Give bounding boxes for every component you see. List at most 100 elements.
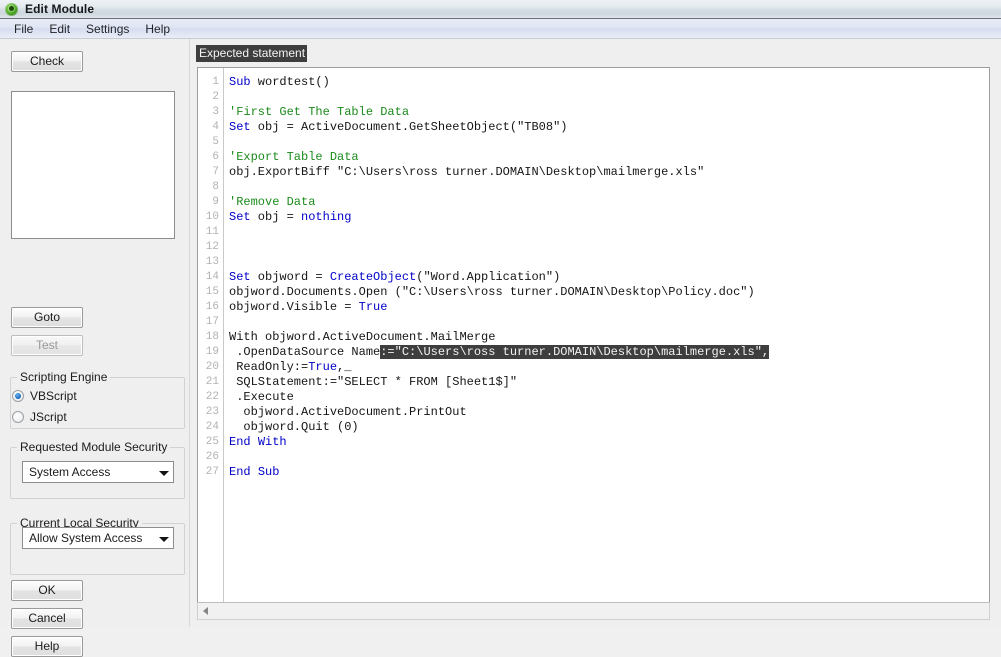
- line-number: 7: [212, 166, 219, 178]
- line-number: 27: [205, 466, 219, 478]
- code-token: True: [308, 360, 338, 374]
- code-line[interactable]: [229, 450, 989, 465]
- code-line[interactable]: [229, 90, 989, 105]
- code-line[interactable]: End Sub: [229, 465, 989, 480]
- code-token: With objword.ActiveDocument.MailMerge: [229, 330, 496, 344]
- line-number: 13: [205, 256, 219, 268]
- line-number: 10: [205, 211, 219, 223]
- code-line[interactable]: [229, 240, 989, 255]
- code-line[interactable]: [229, 225, 989, 240]
- error-list-box[interactable]: [11, 91, 175, 239]
- code-text[interactable]: Sub wordtest() 'First Get The Table Data…: [224, 68, 989, 602]
- radio-vbscript[interactable]: VBScript: [12, 389, 77, 403]
- requested-module-security-select[interactable]: System Access: [22, 461, 174, 483]
- line-number: 4: [212, 121, 219, 133]
- radio-jscript[interactable]: JScript: [12, 410, 67, 424]
- code-line[interactable]: SQLStatement:="SELECT * FROM [Sheet1$]": [229, 375, 989, 390]
- code-line[interactable]: objword.Documents.Open ("C:\Users\ross t…: [229, 285, 989, 300]
- scroll-right-arrow-icon[interactable]: [973, 603, 989, 619]
- code-token: SQLStatement:="SELECT * FROM [Sheet1$]": [229, 375, 518, 389]
- line-number: 1: [212, 76, 219, 88]
- menu-item-help[interactable]: Help: [137, 20, 178, 38]
- code-editor[interactable]: 1 2 3 4 5 6 7 8 9 10 11 12 13 14 15 16 17 18 19 20 21 22 23 24 2…: [197, 67, 990, 602]
- line-number: 21: [205, 376, 219, 388]
- code-line[interactable]: [229, 315, 989, 330]
- code-token: End: [229, 465, 251, 479]
- code-token: CreateObject: [329, 270, 417, 284]
- current-local-security-value: Allow System Access: [29, 531, 143, 545]
- code-line[interactable]: Set objword = CreateObject("Word.Applica…: [229, 270, 989, 285]
- code-line[interactable]: objword.Quit (0): [229, 420, 989, 435]
- line-number: 26: [205, 451, 219, 463]
- code-line[interactable]: Set obj = nothing: [229, 210, 989, 225]
- menu-item-settings[interactable]: Settings: [78, 20, 137, 38]
- goto-button[interactable]: Goto: [11, 307, 83, 328]
- chevron-down-icon[interactable]: [155, 462, 173, 482]
- line-number: 24: [205, 421, 219, 433]
- code-area[interactable]: 1 2 3 4 5 6 7 8 9 10 11 12 13 14 15 16 17 18 19 20 21 22 23 24 2…: [198, 68, 989, 602]
- code-token: objword.Documents.Open ("C:\Users\ross t…: [229, 285, 755, 299]
- current-local-security-select[interactable]: Allow System Access: [22, 527, 174, 549]
- code-token: Set: [229, 210, 251, 224]
- test-button[interactable]: Test: [11, 335, 83, 356]
- code-line[interactable]: .Execute: [229, 390, 989, 405]
- help-button[interactable]: Help: [11, 636, 83, 657]
- code-token: Sub: [229, 75, 251, 89]
- code-line[interactable]: Sub wordtest(): [229, 75, 989, 90]
- code-line[interactable]: 'First Get The Table Data: [229, 105, 989, 120]
- code-token: objword.Quit (0): [229, 420, 359, 434]
- line-number: 20: [205, 361, 219, 373]
- selected-text: :="C:\Users\ross turner.DOMAIN\Desktop\m…: [380, 345, 770, 359]
- scripting-engine-label: Scripting Engine: [17, 370, 111, 384]
- code-line[interactable]: Set obj = ActiveDocument.GetSheetObject(…: [229, 120, 989, 135]
- code-token: nothing: [301, 210, 352, 224]
- menu-bar: File Edit Settings Help: [0, 19, 1001, 39]
- code-token: ReadOnly:=: [229, 360, 309, 374]
- scroll-left-arrow-icon[interactable]: [198, 603, 214, 619]
- radio-jscript-label: JScript: [30, 410, 67, 424]
- chevron-down-icon[interactable]: [155, 528, 173, 548]
- line-number: 6: [212, 151, 219, 163]
- code-line[interactable]: 'Export Table Data: [229, 150, 989, 165]
- code-line[interactable]: ReadOnly:=True,_: [229, 360, 989, 375]
- code-token: ("Word.Application"): [416, 270, 561, 284]
- line-number: 11: [205, 226, 219, 238]
- title-bar: Edit Module: [0, 0, 1001, 19]
- code-line[interactable]: objword.Visible = True: [229, 300, 989, 315]
- code-token: Sub: [257, 465, 280, 479]
- left-control-panel: Check Goto Test Scripting Engine VBScrip…: [0, 39, 190, 657]
- menu-item-file[interactable]: File: [6, 20, 41, 38]
- code-token: 'First Get The Table Data: [229, 105, 410, 119]
- code-line[interactable]: obj.ExportBiff "C:\Users\ross turner.DOM…: [229, 165, 989, 180]
- menu-item-edit[interactable]: Edit: [41, 20, 78, 38]
- line-number: 19: [205, 346, 219, 358]
- edit-module-window: Edit Module File Edit Settings Help Chec…: [0, 0, 1001, 657]
- radio-unchecked-icon: [12, 411, 24, 423]
- code-line[interactable]: [229, 180, 989, 195]
- code-token: .GetSheetObject("TB08"): [401, 120, 568, 134]
- code-token: obj.ExportBiff "C:\Users\ross turner.DOM…: [229, 165, 705, 179]
- editor-panel: Expected statement 1 2 3 4 5 6 7 8 9 10 11 12 13 14 15…: [190, 39, 1001, 627]
- code-line[interactable]: End With: [229, 435, 989, 450]
- horizontal-scrollbar[interactable]: [197, 602, 990, 620]
- code-line[interactable]: [229, 135, 989, 150]
- ok-button[interactable]: OK: [11, 580, 83, 601]
- code-line[interactable]: 'Remove Data: [229, 195, 989, 210]
- horizontal-scrollbar-track[interactable]: [214, 603, 973, 619]
- error-message-bar: Expected statement: [190, 39, 1001, 67]
- code-line[interactable]: [229, 255, 989, 270]
- radio-vbscript-label: VBScript: [30, 389, 77, 403]
- code-line[interactable]: With objword.ActiveDocument.MailMerge: [229, 330, 989, 345]
- error-message-text: Expected statement: [196, 44, 308, 62]
- cancel-button[interactable]: Cancel: [11, 608, 83, 629]
- code-token: Set: [229, 120, 251, 134]
- code-token: obj =: [250, 210, 302, 224]
- code-token: .Execute: [229, 390, 294, 404]
- check-button[interactable]: Check: [11, 51, 83, 72]
- window-body: Check Goto Test Scripting Engine VBScrip…: [0, 39, 1001, 657]
- code-token: objword =: [250, 270, 330, 284]
- bottom-filler: [190, 620, 1001, 627]
- code-line[interactable]: .OpenDataSource Name:="C:\Users\ross tur…: [229, 345, 989, 360]
- code-line[interactable]: objword.ActiveDocument.PrintOut: [229, 405, 989, 420]
